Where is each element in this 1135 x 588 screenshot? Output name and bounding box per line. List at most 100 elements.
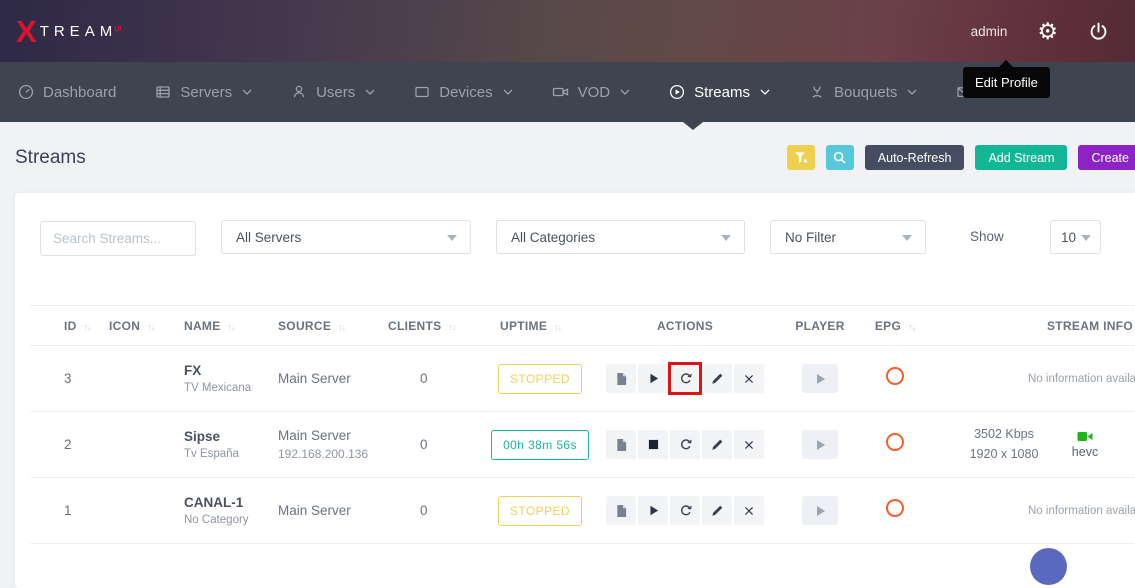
epg-status-icon[interactable] (886, 499, 904, 517)
edit-stream-button[interactable] (702, 430, 732, 459)
stream-source-cell: Main Server (263, 346, 373, 412)
epg-status-icon[interactable] (886, 433, 904, 451)
page-size-select[interactable]: 10 (1050, 220, 1101, 254)
chevron-down-icon (620, 89, 630, 95)
nav-item-devices[interactable]: Devices (414, 84, 512, 101)
player-preview-button[interactable] (802, 496, 838, 525)
filters-bar: All Servers All Categories No Filter Sho… (15, 193, 1135, 305)
nav-item-bouquets[interactable]: Bouquets (809, 84, 917, 101)
play-icon (817, 440, 825, 450)
status-filter-select[interactable]: No Filter (770, 220, 926, 254)
settings-gear-icon[interactable]: ⚙ (1037, 20, 1058, 43)
copy-stream-button[interactable] (606, 430, 636, 459)
search-streams-input[interactable] (40, 221, 196, 256)
copy-stream-button[interactable] (606, 496, 636, 525)
pencil-icon (711, 504, 724, 517)
search-button[interactable] (826, 145, 854, 170)
nav-item-dashboard[interactable]: Dashboard (18, 84, 116, 101)
username-label[interactable]: admin (971, 24, 1008, 39)
streams-table: ID↑↓ ICON↑↓ NAME↑↓ SOURCE↑↓ CLIENTS↑↓ UP… (30, 305, 1135, 544)
nav-item-users[interactable]: Users (291, 84, 375, 101)
clear-filter-button[interactable] (787, 145, 815, 170)
col-header-source[interactable]: SOURCE↑↓ (263, 306, 373, 346)
search-icon (833, 151, 846, 164)
stream-clients: 0 (373, 478, 485, 544)
vod-camera-icon (552, 84, 569, 100)
col-header-stream-info: STREAM INFO (925, 306, 1135, 346)
player-preview-button[interactable] (802, 364, 838, 393)
xtream-logo[interactable]: X TREAM UI (16, 16, 121, 47)
bouquets-flower-icon (809, 84, 825, 100)
restart-stream-button[interactable] (670, 364, 700, 393)
table-header-row: ID↑↓ ICON↑↓ NAME↑↓ SOURCE↑↓ CLIENTS↑↓ UP… (30, 306, 1135, 346)
col-header-clients[interactable]: CLIENTS↑↓ (373, 306, 485, 346)
nav-item-vod[interactable]: VOD (552, 84, 631, 101)
server-filter-select[interactable]: All Servers (221, 220, 471, 254)
logo-x: X (16, 16, 37, 47)
delete-stream-button[interactable] (734, 430, 764, 459)
add-stream-button[interactable]: Add Stream (975, 145, 1067, 170)
stream-uptime-cell: STOPPED (485, 346, 595, 412)
sort-icon[interactable]: ↑↓ (338, 322, 345, 332)
stream-info-cell: 3502 Kbps 1920 x 1080 hevc aac (925, 412, 1135, 478)
start-stream-button[interactable] (638, 496, 668, 525)
stream-info-cell: No information available (925, 346, 1135, 412)
col-header-player: PLAYER (775, 306, 865, 346)
auto-refresh-button[interactable]: Auto-Refresh (865, 145, 965, 170)
chevron-down-icon (365, 89, 375, 95)
restart-stream-button[interactable] (670, 430, 700, 459)
refresh-icon (679, 438, 692, 451)
col-header-icon[interactable]: ICON↑↓ (94, 306, 169, 346)
player-preview-button[interactable] (802, 430, 838, 459)
source-server: Main Server (278, 503, 373, 518)
floating-action-button[interactable] (1030, 548, 1067, 585)
status-badge: STOPPED (498, 496, 582, 526)
nav-item-servers[interactable]: Servers (155, 84, 252, 101)
stream-uptime-cell: 00h 38m 56s (485, 412, 595, 478)
category-filter-select[interactable]: All Categories (496, 220, 745, 254)
dashboard-gauge-icon (18, 84, 34, 100)
sort-icon[interactable]: ↑↓ (147, 322, 154, 332)
stop-icon (648, 439, 659, 450)
filter-x-icon (794, 151, 808, 165)
edit-stream-button[interactable] (702, 496, 732, 525)
delete-stream-button[interactable] (734, 364, 764, 393)
source-server: Main Server (278, 428, 373, 443)
create-button[interactable]: Create (1078, 145, 1135, 170)
play-icon (647, 504, 659, 517)
logout-power-icon[interactable] (1088, 21, 1109, 42)
restart-stream-button[interactable] (670, 496, 700, 525)
status-badge: STOPPED (498, 364, 582, 394)
video-codec-icon (1077, 431, 1093, 442)
close-icon (743, 373, 755, 385)
col-header-uptime[interactable]: UPTIME↑↓ (485, 306, 595, 346)
sort-icon[interactable]: ↑↓ (448, 322, 455, 332)
stream-actions-cell (595, 346, 775, 412)
sort-icon[interactable]: ↑↓ (84, 322, 91, 332)
delete-stream-button[interactable] (734, 496, 764, 525)
sort-icon[interactable]: ↑↓ (228, 322, 235, 332)
streams-card: All Servers All Categories No Filter Sho… (15, 193, 1135, 588)
stream-actions-cell (595, 478, 775, 544)
stream-icon-cell (94, 346, 169, 412)
col-header-epg[interactable]: EPG↑↓ (865, 306, 925, 346)
col-header-id[interactable]: ID↑↓ (30, 306, 94, 346)
nav-item-streams[interactable]: Streams (669, 84, 770, 101)
pencil-icon (711, 372, 724, 385)
edit-stream-button[interactable] (702, 364, 732, 393)
col-header-name[interactable]: NAME↑↓ (169, 306, 263, 346)
sort-icon[interactable]: ↑↓ (554, 322, 561, 332)
stream-name: Sipse (184, 429, 263, 444)
stream-id: 2 (30, 412, 94, 478)
chevron-down-icon (503, 89, 513, 95)
sort-icon[interactable]: ↑↓ (908, 322, 915, 332)
stream-name: CANAL-1 (184, 495, 263, 510)
copy-stream-button[interactable] (606, 364, 636, 393)
chevron-down-icon (907, 89, 917, 95)
start-stream-button[interactable] (638, 364, 668, 393)
stop-stream-button[interactable] (638, 430, 668, 459)
epg-status-icon[interactable] (886, 367, 904, 385)
play-icon (647, 372, 659, 385)
edit-profile-tooltip: Edit Profile (963, 67, 1050, 98)
stream-player-cell (775, 412, 865, 478)
